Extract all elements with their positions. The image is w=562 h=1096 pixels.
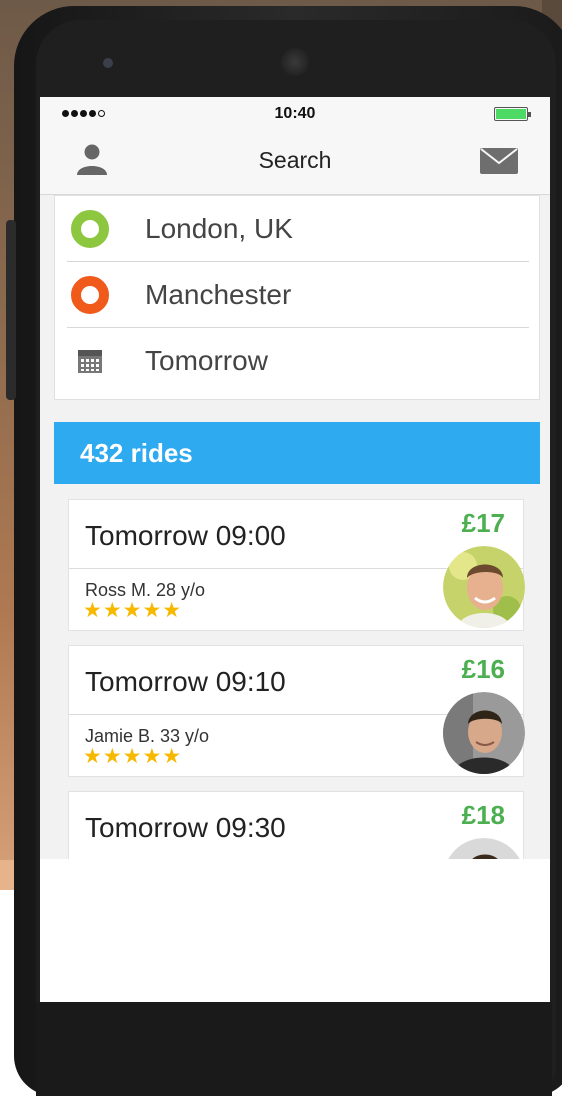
ride-time: Tomorrow 09:10: [85, 666, 286, 697]
status-bar: 10:40: [40, 97, 550, 131]
phone-screen: 10:40 Search London, UK Manchester Tomor…: [40, 97, 550, 1002]
rating-stars-icon: ★★★★★: [83, 599, 183, 622]
battery-icon: [494, 107, 531, 121]
destination-marker-icon: [71, 276, 109, 314]
ride-time: Tomorrow 09:30: [85, 812, 286, 843]
ride-card[interactable]: Tomorrow 09:30 £18: [68, 791, 524, 859]
to-field-value: Manchester: [145, 279, 292, 310]
mail-icon[interactable]: [480, 148, 518, 174]
date-field[interactable]: Tomorrow: [55, 328, 541, 394]
date-field-value: Tomorrow: [145, 345, 268, 376]
ride-card[interactable]: Tomorrow 09:00 £17 Ross M. 28 y/o ★★★★★: [68, 499, 525, 631]
ride-time: Tomorrow 09:00: [85, 520, 286, 551]
page-title: Search: [258, 147, 332, 173]
rating-stars-icon: ★★★★★: [83, 745, 183, 768]
from-field-value: London, UK: [145, 213, 293, 244]
ride-price: £18: [461, 800, 505, 830]
calendar-icon: [78, 350, 102, 373]
origin-marker-icon: [71, 210, 109, 248]
speaker-grille-icon: [281, 48, 309, 76]
phone-bottom-bezel: [36, 1002, 552, 1096]
app-view: 10:40 Search London, UK Manchester Tomor…: [40, 97, 550, 859]
driver-avatar: [448, 838, 520, 859]
to-field[interactable]: Manchester: [55, 262, 541, 328]
driver-avatar: [443, 692, 525, 774]
search-form: London, UK Manchester Tomorrow: [54, 195, 540, 400]
front-camera-icon: [103, 58, 113, 68]
driver-avatar: [443, 546, 525, 628]
results-header: 432 rides: [54, 422, 540, 484]
status-time: 10:40: [274, 105, 316, 122]
ride-card[interactable]: Tomorrow 09:10 £16 Jamie B. 33 y/o ★★★★★: [68, 645, 525, 777]
ride-price: £17: [461, 508, 505, 538]
ride-price: £16: [461, 654, 505, 684]
phone-side-button: [6, 220, 16, 400]
navigation-bar: Search: [40, 131, 550, 195]
from-field[interactable]: London, UK: [55, 196, 541, 262]
ride-count: 432 rides: [80, 438, 193, 468]
